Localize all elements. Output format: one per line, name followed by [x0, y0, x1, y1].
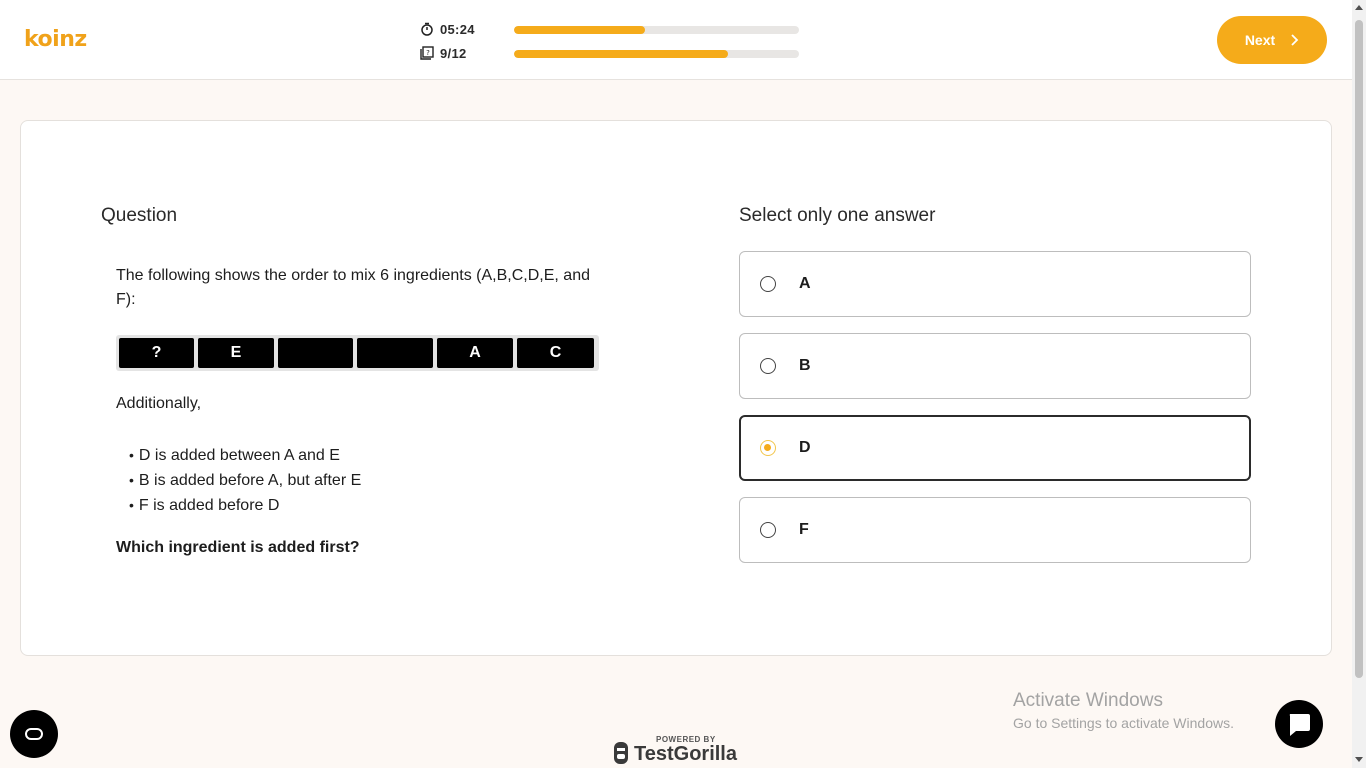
question-progress-bar [514, 50, 799, 58]
sequence-cell: ? [119, 338, 194, 368]
question-prompt: Which ingredient is added first? [116, 539, 360, 556]
rule-item: D is added between A and E [129, 443, 361, 468]
scroll-down-arrow[interactable] [1355, 757, 1363, 762]
koinz-logo: koinz [24, 27, 87, 52]
page-scrollbar[interactable] [1352, 0, 1366, 768]
answer-label: A [799, 275, 811, 292]
sequence-cell: C [517, 338, 594, 368]
powered-by-testgorilla[interactable]: POWERED BY TestGorilla [612, 735, 737, 768]
answer-label: B [799, 357, 811, 374]
question-card: Question The following shows the order t… [20, 120, 1332, 656]
answer-option-d[interactable]: D [739, 415, 1251, 481]
rule-item: B is added before A, but after E [129, 468, 361, 493]
chat-button[interactable] [1275, 700, 1323, 748]
timer-text: 05:24 [440, 21, 475, 37]
activate-title: Activate Windows [1013, 690, 1163, 711]
stopwatch-icon [421, 22, 433, 36]
activate-subtitle: Go to Settings to activate Windows. [1013, 715, 1234, 731]
answers-heading: Select only one answer [739, 205, 936, 226]
next-button-label: Next [1244, 32, 1276, 48]
additionally-text: Additionally, [116, 395, 202, 412]
scroll-up-arrow[interactable] [1355, 5, 1363, 10]
sequence-cell: E [198, 338, 274, 368]
scroll-thumb[interactable] [1355, 20, 1363, 678]
radio-button[interactable] [760, 522, 776, 538]
question-progress-fill [514, 50, 728, 58]
gorilla-logo-icon [614, 742, 628, 764]
sequence-cell [357, 338, 433, 368]
question-counter-text: 9/12 [440, 45, 467, 61]
sequence-cell: A [437, 338, 513, 368]
timer-row: 05:24 [420, 21, 520, 37]
answer-option-a[interactable]: A [739, 251, 1251, 317]
question-heading: Question [101, 205, 178, 226]
answer-option-f[interactable]: F [739, 497, 1251, 563]
testgorilla-brand: TestGorilla [634, 743, 737, 765]
activate-windows-watermark: Activate Windows Go to Settings to activ… [1013, 690, 1234, 731]
cookie-settings-button[interactable] [10, 710, 58, 758]
radio-button[interactable] [760, 358, 776, 374]
rules-list: D is added between A and E B is added be… [129, 443, 361, 518]
answer-label: F [799, 521, 809, 538]
radio-button-selected[interactable] [760, 440, 776, 456]
question-counter-row: ? 9/12 [420, 45, 520, 61]
questions-icon: ? [420, 46, 434, 60]
rule-item: F is added before D [129, 493, 361, 518]
sequence-cell [278, 338, 353, 368]
svg-text:?: ? [426, 49, 430, 57]
timer-progress-bar [514, 26, 799, 34]
top-bar: koinz 05:24 ? 9/12 Next [0, 0, 1352, 80]
next-button[interactable]: Next [1217, 16, 1327, 64]
answer-option-b[interactable]: B [739, 333, 1251, 399]
chevron-right-icon [1291, 34, 1299, 46]
timer-progress-fill [514, 26, 646, 34]
chat-icon [1289, 714, 1310, 736]
ingredient-sequence: ? E A C [116, 335, 599, 371]
radio-button[interactable] [760, 276, 776, 292]
question-intro: The following shows the order to mix 6 i… [116, 267, 590, 308]
cookie-settings-icon [25, 728, 43, 740]
answer-label: D [799, 439, 811, 456]
